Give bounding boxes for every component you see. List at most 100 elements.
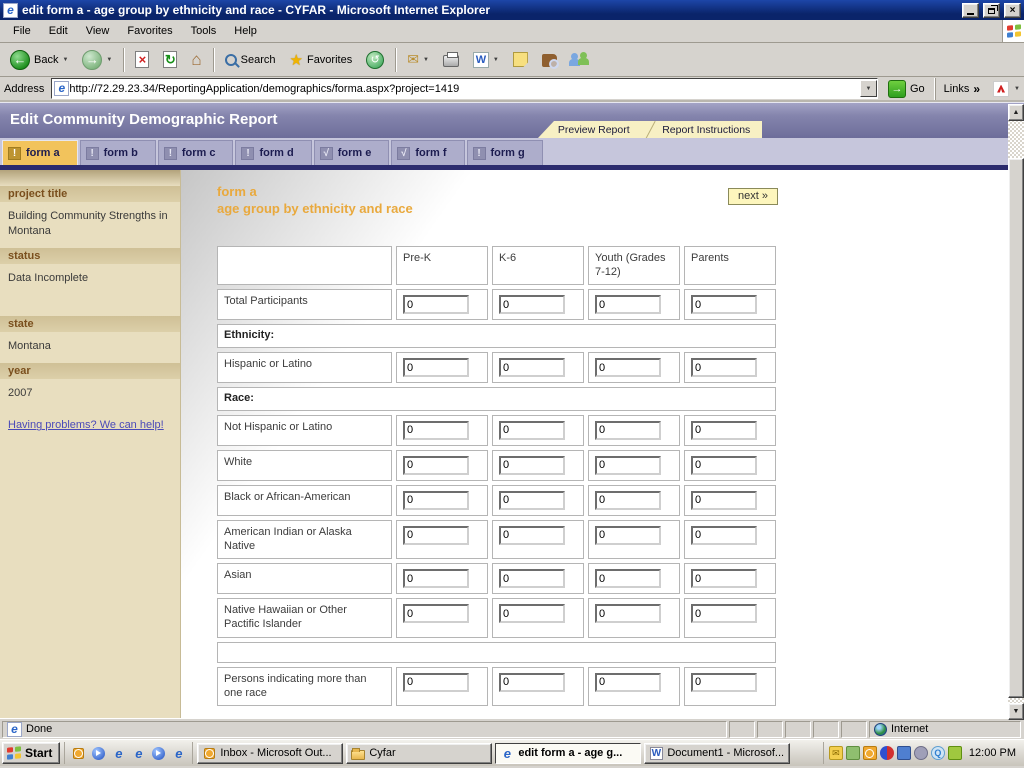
tab-form-c[interactable]: !form c (158, 140, 234, 165)
refresh-button[interactable]: ↻ (157, 48, 183, 71)
value-input[interactable] (691, 358, 757, 377)
quick-launch-ie-icon[interactable]: e (171, 746, 186, 761)
value-input[interactable] (691, 491, 757, 510)
value-input[interactable] (595, 358, 661, 377)
value-input[interactable] (595, 569, 661, 588)
value-input[interactable] (595, 673, 661, 692)
tray-audio-icon[interactable] (914, 746, 928, 760)
start-button[interactable]: Start (2, 742, 60, 764)
value-input[interactable] (499, 673, 565, 692)
value-input[interactable] (691, 604, 757, 623)
favorites-button[interactable]: ★ Favorites (284, 48, 359, 72)
value-input[interactable] (499, 604, 565, 623)
tab-form-a[interactable]: !form a (2, 140, 78, 165)
quick-launch-media-icon[interactable] (151, 746, 166, 761)
value-input[interactable] (403, 358, 469, 377)
value-input[interactable] (403, 421, 469, 440)
value-input[interactable] (499, 491, 565, 510)
back-button[interactable]: ← Back ▼ (4, 47, 74, 73)
menu-item-tools[interactable]: Tools (182, 22, 226, 40)
next-button[interactable]: next » (728, 188, 778, 205)
stop-button[interactable]: × (129, 48, 155, 71)
task-button[interactable]: Inbox - Microsoft Out... (197, 743, 343, 764)
value-input[interactable] (691, 673, 757, 692)
tray-mail-icon[interactable]: ✉ (829, 746, 843, 760)
adobe-icon[interactable] (993, 81, 1009, 97)
value-input[interactable] (403, 295, 469, 314)
research-button[interactable] (536, 49, 563, 70)
value-input[interactable] (595, 456, 661, 475)
task-button[interactable]: WDocument1 - Microsof... (644, 743, 790, 764)
value-input[interactable] (403, 604, 469, 623)
tray-qt-icon[interactable]: Q (931, 746, 945, 760)
word-dropdown-icon[interactable]: ▼ (493, 57, 499, 63)
quick-launch-ie-icon[interactable]: e (111, 746, 126, 761)
value-input[interactable] (691, 421, 757, 440)
value-input[interactable] (403, 569, 469, 588)
tab-form-f[interactable]: √form f (391, 140, 464, 165)
tray-nv-icon[interactable] (948, 746, 962, 760)
value-input[interactable] (403, 491, 469, 510)
tab-form-d[interactable]: !form d (235, 140, 311, 165)
tray-dev-icon[interactable] (846, 746, 860, 760)
task-button[interactable]: eedit form a - age g... (495, 743, 641, 764)
menu-item-favorites[interactable]: Favorites (118, 22, 181, 40)
preview-report-button[interactable]: Preview Report (538, 123, 650, 136)
scroll-up-button[interactable]: ▲ (1008, 104, 1024, 121)
quick-launch-ie-icon[interactable]: e (131, 746, 146, 761)
print-button[interactable] (437, 49, 465, 70)
help-link[interactable]: Having problems? We can help! (8, 419, 164, 431)
value-input[interactable] (595, 526, 661, 545)
value-input[interactable] (499, 358, 565, 377)
close-button[interactable]: × (1004, 3, 1021, 18)
discuss-button[interactable] (507, 49, 534, 70)
tray-clock-icon[interactable] (863, 746, 877, 760)
value-input[interactable] (403, 456, 469, 475)
value-input[interactable] (595, 491, 661, 510)
value-input[interactable] (499, 456, 565, 475)
edit-with-word-button[interactable]: W ▼ (467, 49, 505, 71)
back-dropdown-icon[interactable]: ▼ (62, 57, 68, 63)
forward-dropdown-icon[interactable]: ▼ (106, 57, 112, 63)
value-input[interactable] (691, 456, 757, 475)
value-input[interactable] (499, 569, 565, 588)
mail-dropdown-icon[interactable]: ▼ (423, 57, 429, 63)
value-input[interactable] (499, 526, 565, 545)
value-input[interactable] (595, 295, 661, 314)
tab-form-b[interactable]: !form b (80, 140, 156, 165)
tab-form-g[interactable]: !form g (467, 140, 543, 165)
links-button[interactable]: Links » (935, 78, 988, 100)
address-input[interactable] (69, 80, 860, 97)
go-button[interactable]: → Go (883, 79, 930, 99)
value-input[interactable] (403, 526, 469, 545)
scrollbar-thumb[interactable] (1008, 158, 1024, 698)
tray-net-icon[interactable] (897, 746, 911, 760)
report-instructions-button[interactable]: Report Instructions (651, 123, 763, 136)
forward-button[interactable]: → ▼ (76, 47, 118, 73)
search-button[interactable]: Search (219, 51, 282, 69)
quick-launch-outlook-icon[interactable] (71, 746, 86, 761)
adobe-dropdown-icon[interactable]: ▼ (1014, 86, 1020, 92)
restore-button[interactable] (983, 3, 1000, 18)
home-button[interactable]: ⌂ (185, 48, 207, 71)
value-input[interactable] (691, 526, 757, 545)
address-dropdown-button[interactable]: ▼ (860, 80, 877, 97)
scroll-down-button[interactable]: ▼ (1008, 703, 1024, 720)
mail-button[interactable]: ✉ ▼ (401, 48, 435, 71)
menu-item-file[interactable]: File (4, 22, 40, 40)
value-input[interactable] (691, 295, 757, 314)
value-input[interactable] (595, 604, 661, 623)
value-input[interactable] (403, 673, 469, 692)
menu-item-help[interactable]: Help (225, 22, 266, 40)
vertical-scrollbar[interactable]: ▲ ▼ (1008, 104, 1024, 720)
value-input[interactable] (691, 569, 757, 588)
tray-sync-icon[interactable] (880, 746, 894, 760)
quick-launch-media-icon[interactable] (91, 746, 106, 761)
history-button[interactable]: ↺ (360, 48, 390, 72)
menu-item-edit[interactable]: Edit (40, 22, 77, 40)
value-input[interactable] (499, 421, 565, 440)
tab-form-e[interactable]: √form e (314, 140, 390, 165)
value-input[interactable] (595, 421, 661, 440)
messenger-button[interactable] (565, 49, 595, 71)
menu-item-view[interactable]: View (77, 22, 119, 40)
